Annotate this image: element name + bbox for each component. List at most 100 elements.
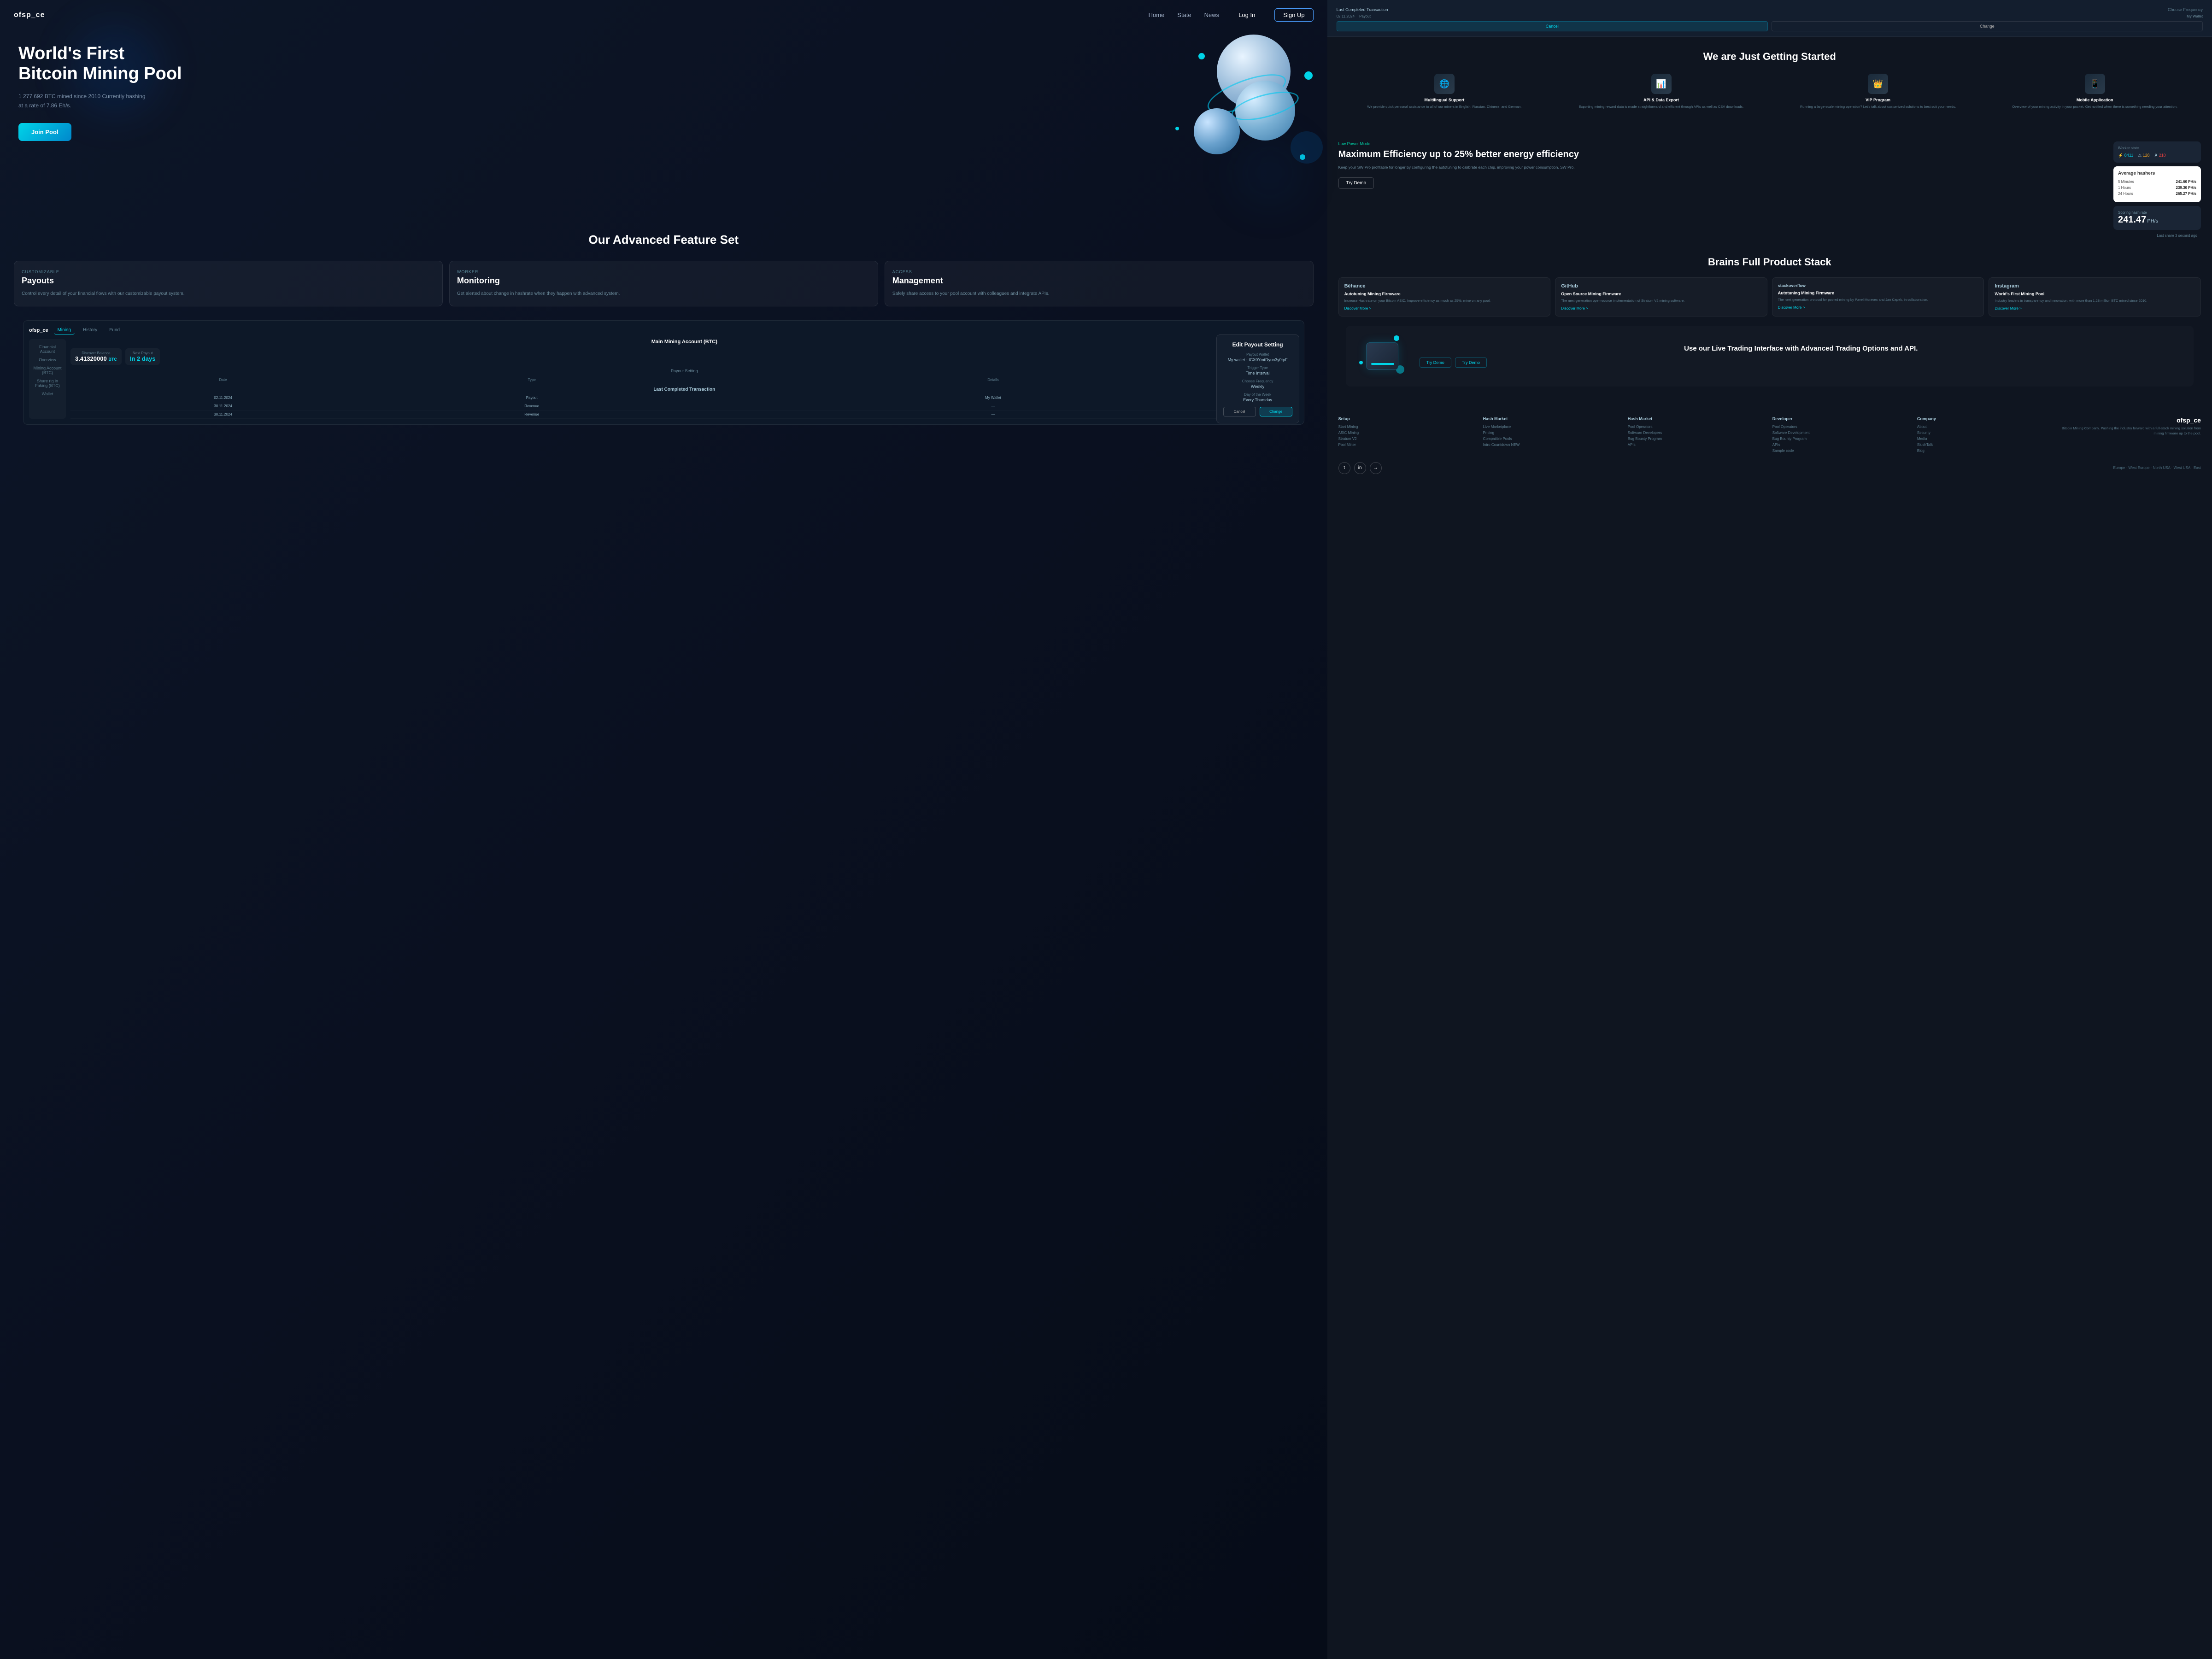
hero-subtitle: 1 277 692 BTC mined since 2010 Currently… xyxy=(18,92,147,110)
nav-logo: ofsp_ce xyxy=(14,11,45,19)
sidebar-overview[interactable]: Overview xyxy=(33,356,62,364)
social-linkedin[interactable]: in xyxy=(1354,462,1366,474)
feature-title-1: Payouts xyxy=(22,276,435,286)
preview-change[interactable]: Change xyxy=(1772,21,2203,31)
ah-value-3: 265.27 PH/s xyxy=(2176,192,2196,196)
decorative-dot xyxy=(1198,53,1205,59)
trading-demo-btn-1[interactable]: Try Demo xyxy=(1420,358,1451,368)
footer-link[interactable]: Bug Bounty Program xyxy=(1772,437,1912,441)
lp-tag: Low Power Mode xyxy=(1338,141,2106,146)
footer-link[interactable]: Sample code xyxy=(1772,449,1912,453)
ps-link-1[interactable]: Discover More > xyxy=(1344,306,1545,311)
social-twitter[interactable]: t xyxy=(1338,462,1350,474)
footer-link[interactable]: Live Marketplace xyxy=(1483,425,1622,429)
modal-field-label-2: Trigger Type xyxy=(1223,366,1292,370)
footer-link[interactable]: Bug Bounty Program xyxy=(1628,437,1767,441)
sidebar-mining-btc[interactable]: Mining Account (BTC) xyxy=(33,364,62,377)
feature-label-3: Access xyxy=(892,270,1306,274)
workers-online: ⚡ 8411 xyxy=(2118,153,2133,158)
footer-link[interactable]: Security xyxy=(1917,431,2056,435)
feature-desc-1: Control every detail of your financial f… xyxy=(22,290,435,298)
footer-link[interactable]: Media xyxy=(1917,437,2056,441)
payout-setting-label: Payout Setting xyxy=(70,369,1298,373)
footer-col-title-1: Setup xyxy=(1338,416,1478,421)
footer-link[interactable]: Software Developers xyxy=(1628,431,1767,435)
footer-bottom: t in → Europe · West Europe · North USA … xyxy=(1338,462,2201,474)
preview-detail: My Wallet xyxy=(2187,14,2203,18)
mockup-stats: Discover Balance 3.41320000 BTC Next Pay… xyxy=(70,348,1298,365)
ah-value-2: 239.30 PH/s xyxy=(2176,186,2196,190)
nav-home[interactable]: Home xyxy=(1149,12,1165,18)
social-arrow[interactable]: → xyxy=(1370,462,1382,474)
modal-change-button[interactable]: Change xyxy=(1260,407,1292,416)
nav-state[interactable]: State xyxy=(1177,12,1191,18)
footer-col-title-5: Company xyxy=(1917,416,2056,421)
footer-link[interactable]: Pool Operators xyxy=(1628,425,1767,429)
ps-link-3[interactable]: Discover More > xyxy=(1778,305,1978,310)
ah-value-1: 241.60 PH/s xyxy=(2176,180,2196,184)
footer-col-title-3: Hash Market xyxy=(1628,416,1767,421)
preview-cancel[interactable]: Cancel xyxy=(1337,21,1768,31)
decorative-dot xyxy=(1304,71,1313,80)
sidebar-share-rig[interactable]: Share rig in Faking (BTC) xyxy=(33,377,62,390)
footer-link[interactable]: SlushTalk xyxy=(1917,443,2056,447)
ps-desc-2: The next generation open-source implemen… xyxy=(1561,298,1761,303)
feature-title-3: Management xyxy=(892,276,1306,286)
feature-cards: Customizable Payouts Control every detai… xyxy=(14,261,1314,306)
modal-field-value-2: Time Interval xyxy=(1223,371,1292,375)
preview-action: Choose Frequency xyxy=(2168,7,2203,12)
footer-link[interactable]: APIs xyxy=(1772,443,1912,447)
mockup-tab-history[interactable]: History xyxy=(79,326,101,334)
footer-link[interactable]: Pricing xyxy=(1483,431,1622,435)
footer-top: Setup Start Mining ASIC Mining Stratum V… xyxy=(1338,416,2201,455)
ps-desc-3: The next generation protocol for pooled … xyxy=(1778,297,1978,302)
last-share-text: Last share 3 second ago xyxy=(2113,234,2201,238)
mockup-tab-mining[interactable]: Mining xyxy=(54,326,75,334)
footer-link[interactable]: Pool Operators xyxy=(1772,425,1912,429)
signup-button[interactable]: Sign Up xyxy=(1274,8,1313,22)
worker-state-nums: ⚡ 8411 ⚠ 128 ✗ 210 xyxy=(2118,153,2196,158)
features-title: Our Advanced Feature Set xyxy=(14,233,1314,247)
modal-cancel-button[interactable]: Cancel xyxy=(1223,407,1256,416)
footer-social: t in → xyxy=(1338,462,1382,474)
table-row: 02.11.2024 Payout My Wallet xyxy=(70,394,1298,402)
footer-link[interactable]: Start Mining xyxy=(1338,425,1478,429)
getting-started-section: We are Just Getting Started 🌐 Multilingu… xyxy=(1327,37,2212,134)
lp-content: Low Power Mode Maximum Efficiency up to … xyxy=(1338,141,2106,238)
footer-link[interactable]: Blog xyxy=(1917,449,2056,453)
mockup-logo: ofsp_ce xyxy=(29,328,48,333)
fi-label-1: Multilingual Support xyxy=(1338,98,1551,102)
login-button[interactable]: Log In xyxy=(1232,9,1261,21)
nav-links: Home State News Log In Sign Up xyxy=(1149,8,1314,22)
ps-card-behance: Bēhance Autotuning Mining Firmware Incre… xyxy=(1338,277,1551,316)
footer-link[interactable]: Intro Countdown NEW xyxy=(1483,443,1622,447)
footer-link[interactable]: Software Development xyxy=(1772,431,1912,435)
worker-state-title: Worker state xyxy=(2118,146,2196,150)
footer-col-company: Company About Security Media SlushTalk B… xyxy=(1917,416,2056,455)
ps-link-4[interactable]: Discover More > xyxy=(1995,306,2195,311)
low-power-demo-button[interactable]: Try Demo xyxy=(1338,177,1374,189)
footer-link[interactable]: Pool Miner xyxy=(1338,443,1478,447)
footer-link[interactable]: Compatible Pools xyxy=(1483,437,1622,441)
ps-link-2[interactable]: Discover More > xyxy=(1561,306,1761,311)
trading-demo-btn-2[interactable]: Try Demo xyxy=(1455,358,1487,368)
footer-link[interactable]: About xyxy=(1917,425,2056,429)
modal-title: Edit Payout Setting xyxy=(1223,341,1292,348)
product-stack-title: Brains Full Product Stack xyxy=(1338,256,2201,268)
trading-title: Use our Live Trading Interface with Adva… xyxy=(1420,344,2183,353)
footer-link[interactable]: APIs xyxy=(1628,443,1767,447)
join-pool-button[interactable]: Join Pool xyxy=(18,123,71,141)
fi-api: 📊 API & Data Export Exporting mining rew… xyxy=(1555,74,1767,109)
mockup-tab-fund[interactable]: Fund xyxy=(106,326,123,334)
nav-news[interactable]: News xyxy=(1204,12,1220,18)
multilingual-icon: 🌐 xyxy=(1434,74,1455,94)
footer-link[interactable]: ASIC Mining xyxy=(1338,431,1478,435)
vip-icon: 👑 xyxy=(1868,74,1888,94)
footer-link[interactable]: Stratum V2 xyxy=(1338,437,1478,441)
sidebar-wallet[interactable]: Wallet xyxy=(33,390,62,398)
worker-state-card: Worker state ⚡ 8411 ⚠ 128 ✗ 210 xyxy=(2113,141,2201,163)
fi-desc-3: Running a large-scale mining operation? … xyxy=(1772,104,1984,109)
ps-platform-2: GitHub xyxy=(1561,283,1761,289)
fi-label-2: API & Data Export xyxy=(1555,98,1767,102)
fi-label-4: Mobile Application xyxy=(1989,98,2201,102)
